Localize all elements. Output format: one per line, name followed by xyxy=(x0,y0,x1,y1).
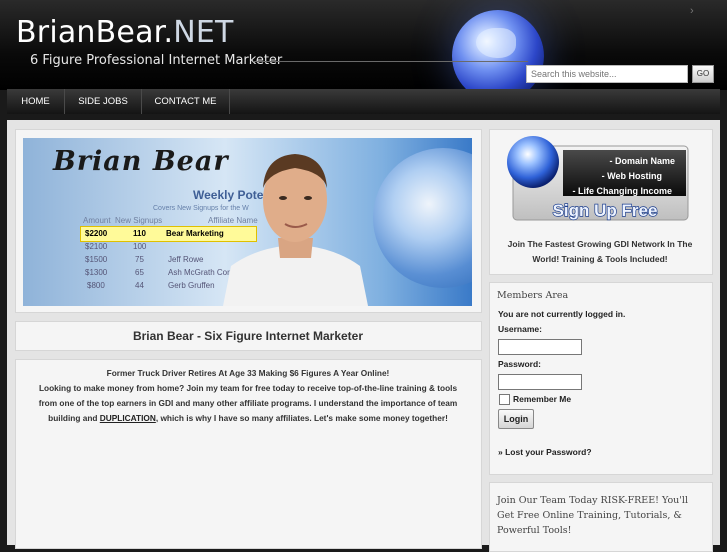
tagline-divider xyxy=(253,61,528,62)
banner-cell: Bear Marketing xyxy=(166,229,224,238)
header-banner-image: Brian Bear Weekly Poten Covers New Signu… xyxy=(23,138,472,306)
banner-cell: Gerb Gruffen xyxy=(168,281,215,290)
desc-text: building and xyxy=(48,413,100,423)
login-status: You are not currently logged in. xyxy=(498,309,626,319)
signup-cta: Sign Up Free xyxy=(553,201,658,220)
banner-cell: Jeff Rowe xyxy=(168,255,204,264)
banner-cell: $800 xyxy=(87,281,105,290)
desc-line: Looking to make money from home? Join my… xyxy=(38,383,458,393)
site-header: BrianBear.NET 6 Figure Professional Inte… xyxy=(0,0,727,90)
search-button[interactable]: GO xyxy=(692,65,714,83)
banner-cell: $1300 xyxy=(85,268,108,277)
desc-line: Former Truck Driver Retires At Age 33 Ma… xyxy=(106,368,390,378)
site-tagline: 6 Figure Professional Internet Marketer xyxy=(30,53,283,68)
signup-banner[interactable]: - Domain Name - Web Hosting - Life Chang… xyxy=(507,136,692,224)
main-nav: HOME SIDE JOBS CONTACT ME xyxy=(7,89,720,114)
post-description: Former Truck Driver Retires At Age 33 Ma… xyxy=(15,366,481,426)
nav-item-home[interactable]: HOME xyxy=(7,89,65,114)
banner-name: Brian Bear xyxy=(53,146,229,177)
members-area-title: Members Area xyxy=(497,290,569,301)
desc-line: building and DUPLICATION, which is why I… xyxy=(15,411,481,426)
desc-line: from one of the top earners in GDI and m… xyxy=(38,398,458,408)
banner-globe xyxy=(373,148,472,288)
join-risk-free-text: Join Our Team Today RISK-FREE! You'll Ge… xyxy=(497,495,688,536)
desc-text: , which is why I have so many affiliates… xyxy=(155,413,448,423)
duplication-link[interactable]: DUPLICATION xyxy=(100,413,156,423)
person-photo xyxy=(223,154,368,306)
remember-me-checkbox[interactable] xyxy=(499,394,510,405)
banner-cell: 65 xyxy=(135,268,144,277)
password-label: Password: xyxy=(498,359,541,369)
banner-cell: $2200 xyxy=(85,229,108,238)
site-logo[interactable]: BrianBear.NET xyxy=(16,16,234,50)
join-network-text: Join The Fastest Growing GDI Network In … xyxy=(507,239,693,264)
banner-cell: 75 xyxy=(135,255,144,264)
signup-bullet: - Web Hosting xyxy=(602,171,662,181)
banner-cell: 44 xyxy=(135,281,144,290)
nav-item-contact-me[interactable]: CONTACT ME xyxy=(142,89,230,114)
username-label: Username: xyxy=(498,324,542,334)
globe-continent xyxy=(476,28,516,58)
banner-col-signups: New Signups xyxy=(115,216,163,225)
nav-item-side-jobs[interactable]: SIDE JOBS xyxy=(65,89,142,114)
banner-cell: 110 xyxy=(133,229,146,238)
banner-cell: $1500 xyxy=(85,255,108,264)
banner-cell: $2100 xyxy=(85,242,108,251)
banner-cell: 100 xyxy=(133,242,147,251)
remember-me-label: Remember Me xyxy=(513,394,572,404)
lost-password-link[interactable]: » Lost your Password? xyxy=(498,447,592,457)
password-field[interactable] xyxy=(498,374,582,390)
signup-bullet: - Life Changing Income xyxy=(572,186,672,196)
signup-bullet: - Domain Name xyxy=(609,156,675,166)
login-button[interactable]: Login xyxy=(498,409,534,429)
logo-text: BrianBear. xyxy=(16,15,174,50)
chevron-right-icon: › xyxy=(690,5,694,17)
search-input[interactable] xyxy=(526,65,688,83)
username-field[interactable] xyxy=(498,339,582,355)
post-title[interactable]: Brian Bear - Six Figure Internet Markete… xyxy=(15,322,481,350)
banner-col-amount: Amount xyxy=(83,216,111,225)
logo-net: NET xyxy=(173,15,234,50)
